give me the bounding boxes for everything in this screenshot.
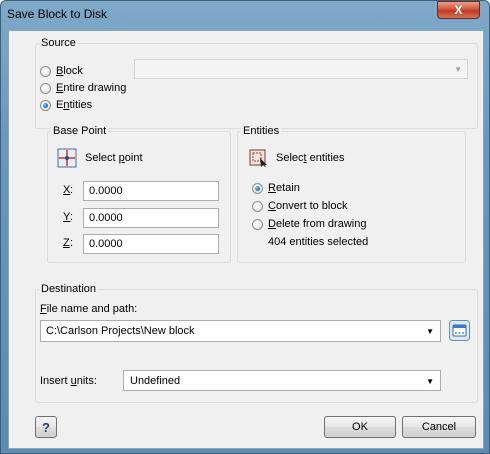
radio-retain-label[interactable]: Retain [268, 182, 300, 194]
file-path-value: C:\Carlson Projects\New block [46, 325, 195, 337]
insert-units-label: Insert units: [40, 375, 97, 387]
insert-units-value: Undefined [130, 375, 181, 387]
radio-convert-to-block-label[interactable]: Convert to block [268, 200, 348, 212]
radio-block-label[interactable]: Block [56, 65, 83, 77]
radio-delete-from-drawing-label[interactable]: Delete from drawing [268, 218, 366, 230]
select-entities-button[interactable]: Select entities [276, 152, 345, 164]
x-value: 0.0000 [89, 185, 123, 197]
radio-entire-drawing[interactable] [40, 83, 51, 94]
y-value: 0.0000 [89, 212, 123, 224]
file-name-label: File name and path: [40, 303, 138, 315]
radio-convert-to-block[interactable] [252, 201, 263, 212]
cancel-button-label: Cancel [421, 421, 457, 433]
z-label: Z [63, 237, 70, 249]
x-input[interactable]: 0.0000 [83, 181, 219, 201]
radio-entities[interactable] [40, 100, 51, 111]
insert-units-combo[interactable]: Undefined ▼ [123, 370, 441, 391]
destination-group-label: Destination [39, 283, 99, 295]
z-value: 0.0000 [89, 238, 123, 250]
z-input[interactable]: 0.0000 [83, 234, 219, 254]
y-input[interactable]: 0.0000 [83, 208, 219, 228]
base-point-group-label: Base Point [51, 125, 109, 137]
browse-folder-icon [449, 320, 470, 341]
radio-entire-drawing-label[interactable]: Entire drawing [56, 82, 126, 94]
cancel-button[interactable]: Cancel [402, 416, 476, 438]
x-colon: : [70, 184, 74, 196]
block-name-combo[interactable]: ▼ [134, 59, 468, 79]
close-button[interactable]: X [437, 1, 480, 19]
source-group-label: Source [39, 37, 78, 49]
y-colon: : [70, 211, 74, 223]
help-icon: ? [42, 419, 50, 435]
crosshair-point-icon[interactable] [57, 148, 77, 168]
chevron-down-icon: ▼ [426, 377, 434, 386]
chevron-down-icon: ▼ [426, 327, 434, 336]
select-entities-icon[interactable] [249, 148, 269, 168]
ok-button-label: OK [352, 421, 368, 433]
help-button[interactable]: ? [35, 416, 57, 438]
radio-retain[interactable] [252, 183, 263, 194]
radio-block[interactable] [40, 66, 51, 77]
entities-selected-status: 404 entities selected [268, 236, 369, 248]
entities-group-label: Entities [241, 125, 282, 137]
dialog-window: Save Block to Disk X Source Block ▼ Enti… [0, 0, 490, 454]
radio-delete-from-drawing[interactable] [252, 219, 263, 230]
dialog-client-area: Source Block ▼ Entire drawing Entities B… [8, 30, 484, 449]
browse-button[interactable] [449, 320, 470, 341]
radio-entities-label[interactable]: Entities [56, 99, 92, 111]
z-colon: : [70, 237, 74, 249]
select-point-button[interactable]: Select point [85, 152, 143, 164]
close-icon: X [454, 3, 463, 17]
window-title: Save Block to Disk [7, 7, 108, 21]
chevron-down-icon: ▼ [454, 65, 462, 74]
ok-button[interactable]: OK [324, 416, 396, 438]
file-path-combo[interactable]: C:\Carlson Projects\New block ▼ [40, 320, 441, 342]
